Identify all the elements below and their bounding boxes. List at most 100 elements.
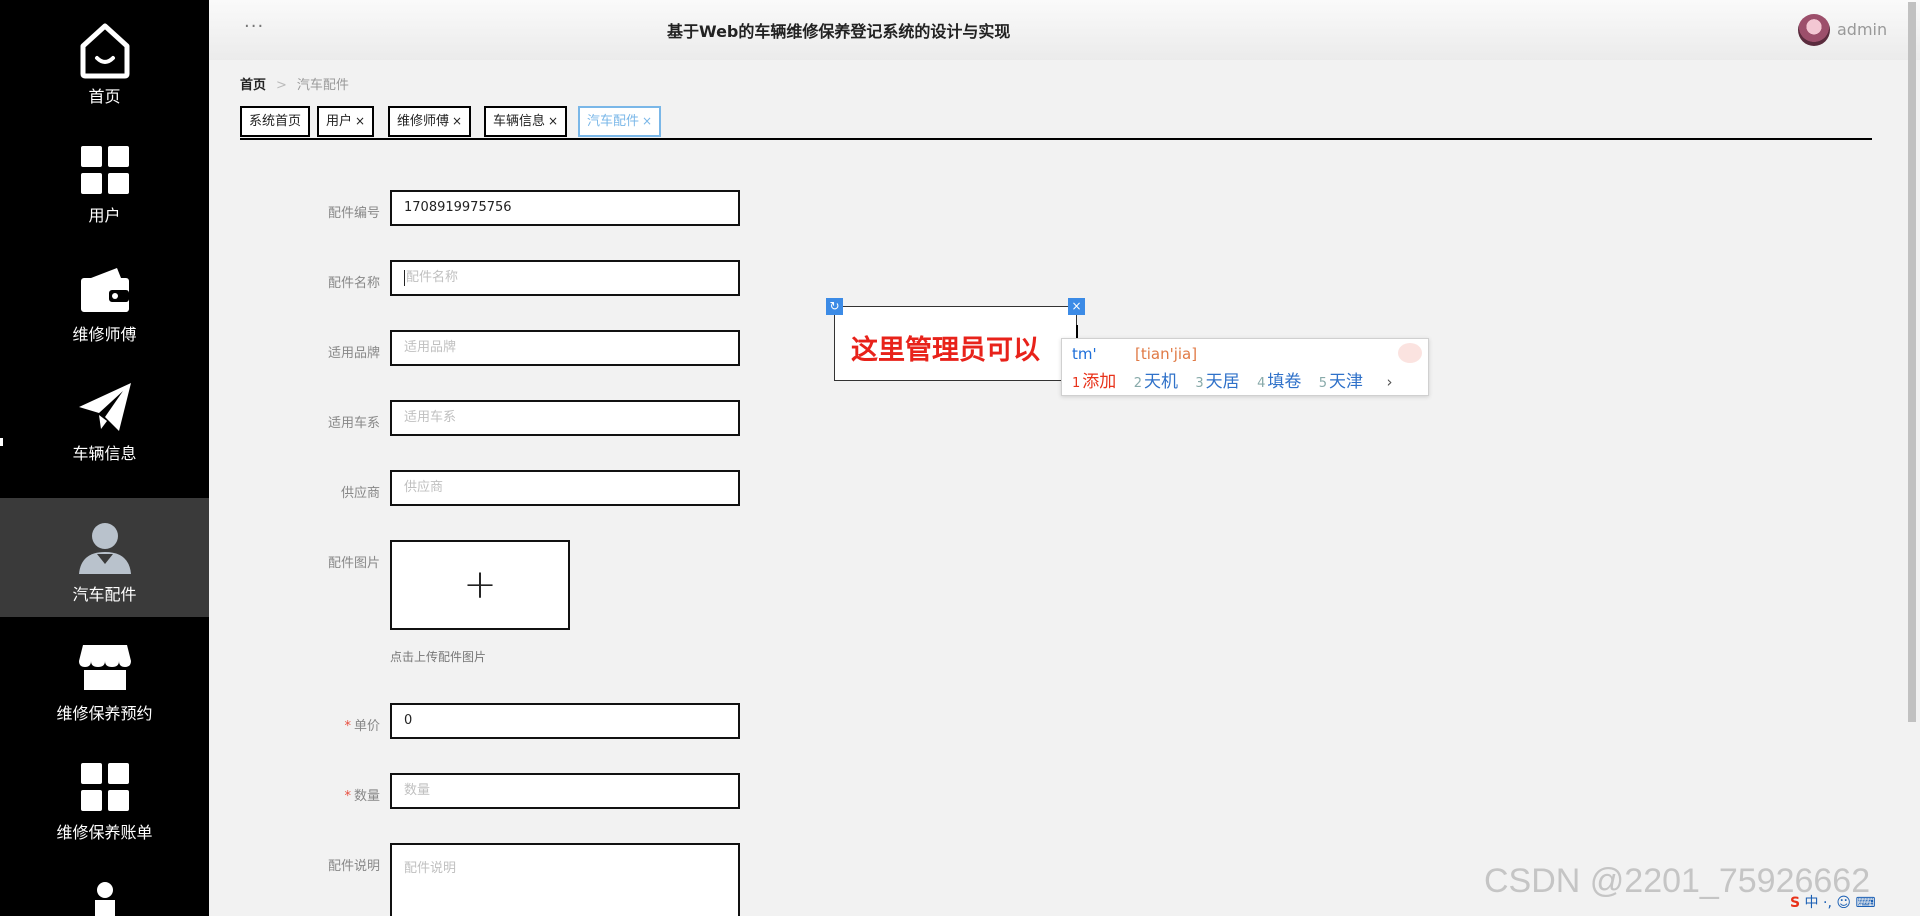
part-no-input[interactable]: 1708919975756 [390,190,740,226]
description-textarea[interactable]: 配件说明 [390,843,740,916]
ime-logo-icon [1398,343,1422,363]
candidate-text: 填卷 [1267,372,1302,392]
tabs-bar: 系统首页 用户 × 维修师傅 × 车辆信息 × 汽车配件 × [240,106,1872,140]
sidebar-item-label: 车辆信息 [72,444,137,463]
home-icon [80,23,129,79]
image-upload[interactable]: + [390,540,570,630]
app-title: 基于Web的车辆维修保养登记系统的设计与实现 [667,22,1011,41]
sidebar-item-booking[interactable]: 维修保养预约 [0,617,209,736]
annotation-text: 这里管理员可以 [851,335,1040,366]
ime-pinyin: [tian'jia] [1135,345,1198,363]
tab-vehicles[interactable]: 车辆信息 × [484,106,568,137]
required-mark: * [344,719,351,734]
close-icon[interactable]: × [355,114,365,128]
grid-icon [80,146,129,194]
tab-label: 维修师傅 [397,114,450,129]
breadcrumb-separator: > [276,78,287,93]
ime-candidate[interactable]: 4 填卷 [1257,367,1301,392]
page-scrollbar[interactable] [1908,0,1918,916]
candidate-text: 天机 [1143,372,1178,392]
series-input[interactable]: 适用车系 [390,400,740,436]
paper-plane-icon [78,383,131,431]
close-icon[interactable]: × [452,114,462,128]
tab-users[interactable]: 用户 × [317,106,375,137]
quantity-input[interactable]: 数量 [390,773,740,809]
quantity-label-text: 数量 [353,789,380,804]
ime-candidate-window: tm' [tian'jia] 1 添加 2 天机 3 天居 4 填卷 5 天津 › [1061,338,1429,396]
part-name-input[interactable]: 配件名称 [390,260,740,296]
scrollbar-thumb[interactable] [1908,2,1916,722]
sidebar-item-vehicles[interactable]: 车辆信息 [0,357,209,476]
top-header: ··· 基于Web的车辆维修保养登记系统的设计与实现 admin [209,0,1920,60]
supplier-label: 供应商 [340,486,380,501]
close-icon[interactable]: × [548,114,558,128]
tab-system-home[interactable]: 系统首页 [240,106,311,137]
avatar[interactable] [1798,14,1830,46]
sidebar-item-users[interactable]: 用户 [0,119,209,238]
plus-icon: + [463,562,497,608]
brand-label: 适用品牌 [327,346,380,361]
tab-label: 用户 [326,114,353,129]
breadcrumb: 首页 > 汽车配件 [240,74,349,93]
close-icon[interactable]: × [642,114,652,128]
sogou-logo-icon: S [1790,895,1801,911]
ime-candidate[interactable]: 5 天津 [1319,367,1363,392]
rotate-icon[interactable]: ↻ [826,298,843,315]
close-icon[interactable]: × [1068,298,1085,315]
sidebar: 首页 用户 维修师傅 车辆信息 汽车配件 维修保养预约 维修保养账单 [0,0,209,916]
store-icon [78,645,131,690]
text-caret [404,269,405,286]
price-label: * 单价 [240,715,380,734]
price-label-text: 单价 [353,719,380,734]
ime-input-text: tm' [1072,345,1097,363]
sidebar-item-label: 维修师傅 [72,325,137,344]
user-icon [78,523,131,574]
candidate-text: 天津 [1329,372,1364,392]
ime-tray-text: 中 ·, ☺ ⌨ [1804,895,1876,911]
sidebar-item-parts[interactable]: 汽车配件 [0,498,209,617]
chevron-right-icon[interactable]: › [1386,373,1392,391]
candidate-text: 天居 [1205,372,1240,392]
tab-parts[interactable]: 汽车配件 × [578,106,662,137]
image-label: 配件图片 [327,556,380,571]
sidebar-item-label: 汽车配件 [72,585,137,604]
grid-icon [80,763,129,811]
tab-label: 系统首页 [249,114,302,129]
candidate-number: 4 [1257,376,1266,391]
candidate-number: 2 [1133,376,1142,391]
sidebar-item-home[interactable]: 首页 [0,0,209,119]
breadcrumb-home[interactable]: 首页 [240,78,266,93]
candidate-number: 3 [1195,376,1204,391]
menu-dots-icon[interactable]: ··· [244,16,264,37]
sidebar-marker [0,438,3,446]
upload-hint: 点击上传配件图片 [390,650,487,664]
sidebar-item-label: 用户 [88,206,121,225]
sidebar-item-label: 首页 [88,87,121,106]
part-name-placeholder: 配件名称 [406,270,459,285]
quantity-label: * 数量 [240,785,380,804]
part-name-label: 配件名称 [327,276,380,291]
tab-mechanics[interactable]: 维修师傅 × [388,106,472,137]
brand-input[interactable]: 适用品牌 [390,330,740,366]
sidebar-item-mechanics[interactable]: 维修师傅 [0,238,209,357]
description-label: 配件说明 [327,859,380,874]
candidate-number: 1 [1072,376,1081,391]
part-no-label: 配件编号 [327,206,380,221]
required-mark: * [344,789,351,804]
sidebar-item-label: 维修保养预约 [56,704,153,723]
sidebar-item-bills[interactable]: 维修保养账单 [0,736,209,855]
price-input[interactable]: 0 [390,703,740,739]
breadcrumb-current: 汽车配件 [296,78,349,93]
candidate-text: 添加 [1082,372,1117,392]
user-icon [95,882,115,916]
tab-label: 汽车配件 [587,114,640,129]
ime-candidate[interactable]: 2 天机 [1134,367,1178,392]
ime-candidate[interactable]: 1 添加 [1072,367,1116,392]
wallet-icon [80,268,129,312]
tab-label: 车辆信息 [493,114,546,129]
user-name[interactable]: admin [1837,20,1887,39]
sidebar-item-label: 维修保养账单 [56,823,153,842]
ime-candidate[interactable]: 3 天居 [1195,367,1239,392]
candidate-number: 5 [1318,376,1328,391]
supplier-input[interactable]: 供应商 [390,470,740,506]
